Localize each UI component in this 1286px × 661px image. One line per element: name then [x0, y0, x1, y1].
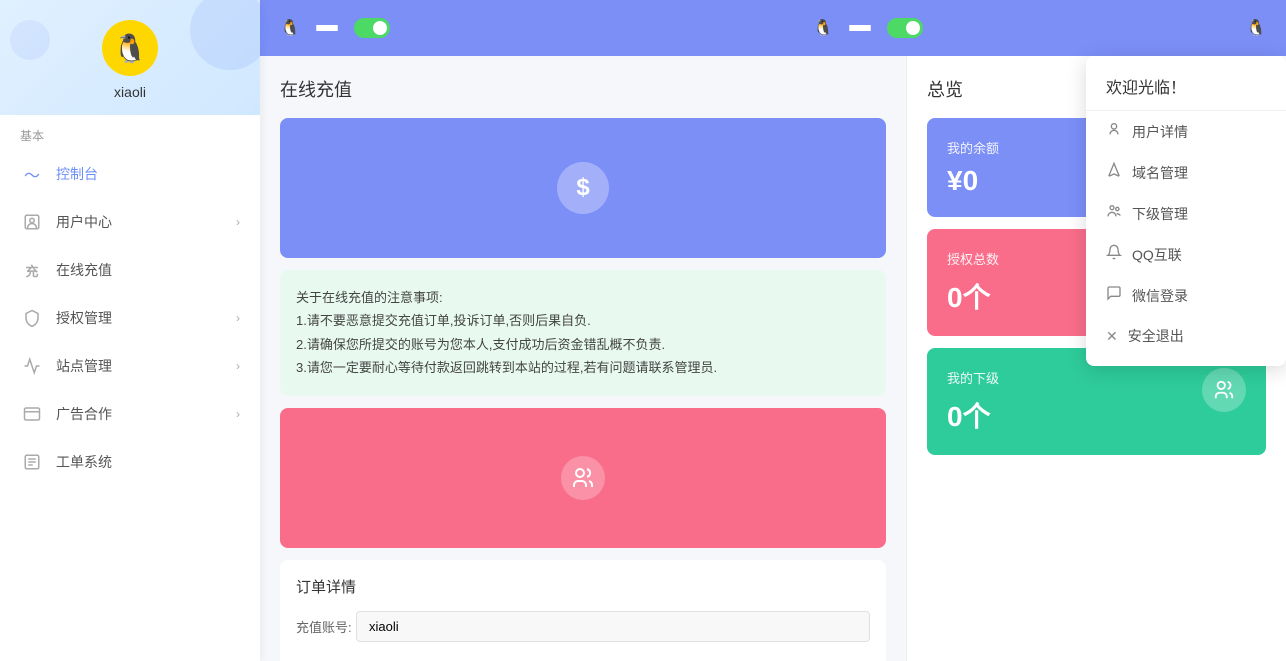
- left-panel-title: 在线充值: [280, 76, 886, 102]
- sidebar: 🐧 xiaoli 基本 〜 控制台 用户中心 › 充 在线充值 授权管理 › 站…: [0, 0, 260, 661]
- dropdown-label-wechat: 微信登录: [1132, 286, 1188, 306]
- user-detail-icon: [1106, 121, 1122, 142]
- hamburger-right[interactable]: [849, 25, 871, 31]
- order-account-row: 充值账号:: [296, 611, 870, 642]
- sidebar-label-auth: 授权管理: [56, 308, 112, 328]
- notice-box: 关于在线充值的注意事项: 1.请不要恶意提交充值订单,投诉订单,否则后果自负. …: [280, 270, 886, 396]
- domain-icon: [1106, 162, 1122, 183]
- ads-icon: [20, 402, 44, 426]
- dropdown-welcome: 欢迎光临！: [1086, 66, 1286, 111]
- auth-icon: [20, 306, 44, 330]
- sidebar-item-dashboard[interactable]: 〜 控制台: [0, 150, 260, 198]
- sidebar-item-auth[interactable]: 授权管理 ›: [0, 294, 260, 342]
- subordinates-icon: [1202, 368, 1246, 412]
- topnav-left: 🐧: [260, 0, 793, 56]
- dropdown-item-domain[interactable]: 域名管理: [1086, 152, 1286, 193]
- sidebar-item-user-center[interactable]: 用户中心 ›: [0, 198, 260, 246]
- balance-label: 我的余额: [947, 138, 999, 157]
- sidebar-label-recharge: 在线充值: [56, 260, 112, 280]
- topnav-left-avatar[interactable]: 🐧: [280, 18, 300, 38]
- site-icon: [20, 354, 44, 378]
- pink-card-icon: [561, 456, 605, 500]
- logout-icon: ✕: [1106, 328, 1118, 345]
- sidebar-item-tickets[interactable]: 工单系统: [0, 438, 260, 486]
- sidebar-header: 🐧 xiaoli: [0, 0, 260, 115]
- top-section: 🐧 🐧 🐧 欢迎光临！ 用户详情: [260, 0, 1286, 56]
- toggle-left[interactable]: [354, 18, 390, 38]
- dropdown-label-domain: 域名管理: [1132, 163, 1188, 183]
- dropdown-label-logout: 安全退出: [1128, 326, 1184, 346]
- chevron-icon-ads: ›: [236, 407, 240, 421]
- dropdown-item-logout[interactable]: ✕ 安全退出: [1086, 316, 1286, 356]
- qq-icon: [1106, 244, 1122, 265]
- dropdown-label-user-detail: 用户详情: [1132, 122, 1188, 142]
- recharge-purple-card: $: [280, 118, 886, 258]
- sidebar-label-ads: 广告合作: [56, 404, 112, 424]
- balance-value: ¥0: [947, 165, 999, 197]
- dollar-icon: $: [557, 162, 609, 214]
- notice-text: 关于在线充值的注意事项: 1.请不要恶意提交充值订单,投诉订单,否则后果自负. …: [296, 286, 870, 380]
- subordinates-value: 0个: [947, 395, 999, 435]
- order-account-input[interactable]: [356, 611, 870, 642]
- dropdown-label-qq: QQ互联: [1132, 245, 1182, 265]
- sidebar-label-site: 站点管理: [56, 356, 112, 376]
- dropdown-item-qq[interactable]: QQ互联: [1086, 234, 1286, 275]
- tickets-icon: [20, 450, 44, 474]
- main-area: 🐧 🐧 🐧 欢迎光临！ 用户详情: [260, 0, 1286, 661]
- order-card-title: 订单详情: [296, 576, 870, 597]
- sidebar-item-recharge[interactable]: 充 在线充值: [0, 246, 260, 294]
- recharge-pink-card: [280, 408, 886, 548]
- sub-manage-icon: [1106, 203, 1122, 224]
- topnav-right-avatar[interactable]: 🐧: [813, 18, 833, 38]
- dropdown-item-wechat[interactable]: 微信登录: [1086, 275, 1286, 316]
- topnav-user-avatar[interactable]: 🐧: [1246, 18, 1266, 38]
- dropdown-label-sub-manage: 下级管理: [1132, 204, 1188, 224]
- sidebar-item-ads[interactable]: 广告合作 ›: [0, 390, 260, 438]
- sidebar-label-tickets: 工单系统: [56, 452, 112, 472]
- user-dropdown-menu: 欢迎光临！ 用户详情 域名管理 下级管理: [1086, 56, 1286, 366]
- sidebar-section-basic: 基本: [0, 115, 260, 150]
- auth-count-label: 授权总数: [947, 249, 999, 268]
- user-center-icon: [20, 210, 44, 234]
- left-panel: 在线充值 $ 关于在线充值的注意事项: 1.请不要恶意提交充值订单,投诉订单,否…: [260, 56, 906, 661]
- sidebar-item-site[interactable]: 站点管理 ›: [0, 342, 260, 390]
- toggle-right[interactable]: [887, 18, 923, 38]
- topnav-right: 🐧 🐧 欢迎光临！ 用户详情: [793, 0, 1286, 56]
- sidebar-label-user-center: 用户中心: [56, 212, 112, 232]
- chevron-icon-site: ›: [236, 359, 240, 373]
- recharge-icon: 充: [20, 258, 44, 282]
- order-card: 订单详情 充值账号:: [280, 560, 886, 661]
- dropdown-item-user-detail[interactable]: 用户详情: [1086, 111, 1286, 152]
- sidebar-avatar: 🐧: [102, 20, 158, 76]
- chevron-icon-user-center: ›: [236, 215, 240, 229]
- dashboard-icon: 〜: [20, 162, 44, 186]
- sidebar-username: xiaoli: [114, 84, 146, 100]
- subordinates-label: 我的下级: [947, 368, 999, 387]
- wechat-icon: [1106, 285, 1122, 306]
- chevron-icon-auth: ›: [236, 311, 240, 325]
- dropdown-item-sub-manage[interactable]: 下级管理: [1086, 193, 1286, 234]
- auth-count-value: 0个: [947, 276, 999, 316]
- sidebar-label-dashboard: 控制台: [56, 164, 98, 184]
- hamburger-left[interactable]: [316, 25, 338, 31]
- order-account-label: 充值账号:: [296, 617, 356, 636]
